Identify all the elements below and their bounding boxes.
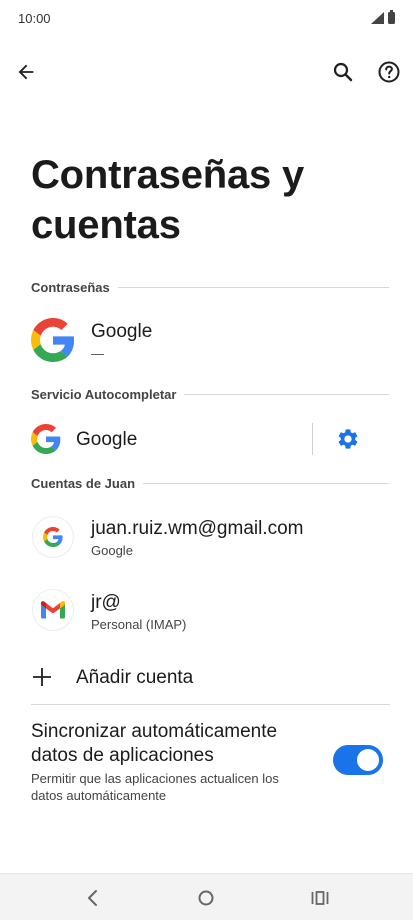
account-type: Personal (IMAP) [91,617,187,632]
search-button[interactable] [327,56,359,88]
gmail-icon [41,601,65,619]
system-navigation-bar [0,873,413,920]
nav-back-icon [88,890,97,906]
autofill-settings-button[interactable] [334,425,362,453]
status-icons [371,10,395,24]
nav-recents-button[interactable] [306,884,334,912]
nav-recents-icon [311,891,329,905]
vertical-divider [312,423,313,455]
search-icon [333,62,353,82]
toggle-knob [357,749,379,771]
google-icon [43,527,63,547]
nav-home-button[interactable] [192,884,220,912]
passwords-item-google[interactable]: Google — [0,310,413,370]
account-email: juan.ruiz.wm@gmail.com [91,518,304,539]
plus-icon [33,668,51,686]
section-divider [184,393,389,395]
signal-icon [371,12,384,24]
password-provider-name: Google [91,321,153,342]
account-email: jr@ [91,592,121,613]
gear-icon [338,429,358,449]
sync-description: Permitir que las aplicaciones actualicen… [31,771,279,803]
account-item[interactable]: juan.ruiz.wm@gmail.com Google [0,505,413,569]
google-icon [31,318,75,362]
section-header-passwords: Contraseñas [31,279,389,295]
help-icon [378,61,400,83]
section-divider [117,286,389,288]
password-provider-sub: — [91,346,104,361]
nav-home-icon [198,890,214,906]
help-button[interactable] [373,56,405,88]
google-account-logo [33,517,73,557]
add-account-label: Añadir cuenta [76,667,194,688]
account-item[interactable]: jr@ Personal (IMAP) [0,580,413,644]
back-arrow-icon [18,64,34,80]
battery-icon [388,10,395,24]
section-label: Servicio Autocompletar [31,386,177,402]
section-header-accounts: Cuentas de Juan [31,475,389,491]
sync-toggle[interactable] [333,745,383,775]
sync-title: Sincronizar automáticamente datos de apl… [31,721,278,766]
section-label: Contraseñas [31,279,110,295]
autofill-provider-name: Google [76,429,138,450]
divider [31,704,390,705]
status-time: 10:00 [18,10,51,26]
back-button[interactable] [10,56,42,88]
autofill-item-google[interactable]: Google [0,420,413,460]
sync-setting-row[interactable]: Sincronizar automáticamente datos de apl… [0,720,413,810]
google-icon [31,424,61,454]
section-header-autofill: Servicio Autocompletar [31,386,389,402]
add-account-button[interactable]: Añadir cuenta [0,658,413,696]
account-type: Google [91,543,133,558]
top-app-bar [0,50,413,94]
page-title: Contraseñas y cuentas [31,153,305,247]
nav-back-button[interactable] [79,884,107,912]
section-divider [143,482,389,484]
gmail-account-logo [33,590,73,630]
section-label: Cuentas de Juan [31,475,136,491]
status-bar: 10:00 [0,0,413,36]
